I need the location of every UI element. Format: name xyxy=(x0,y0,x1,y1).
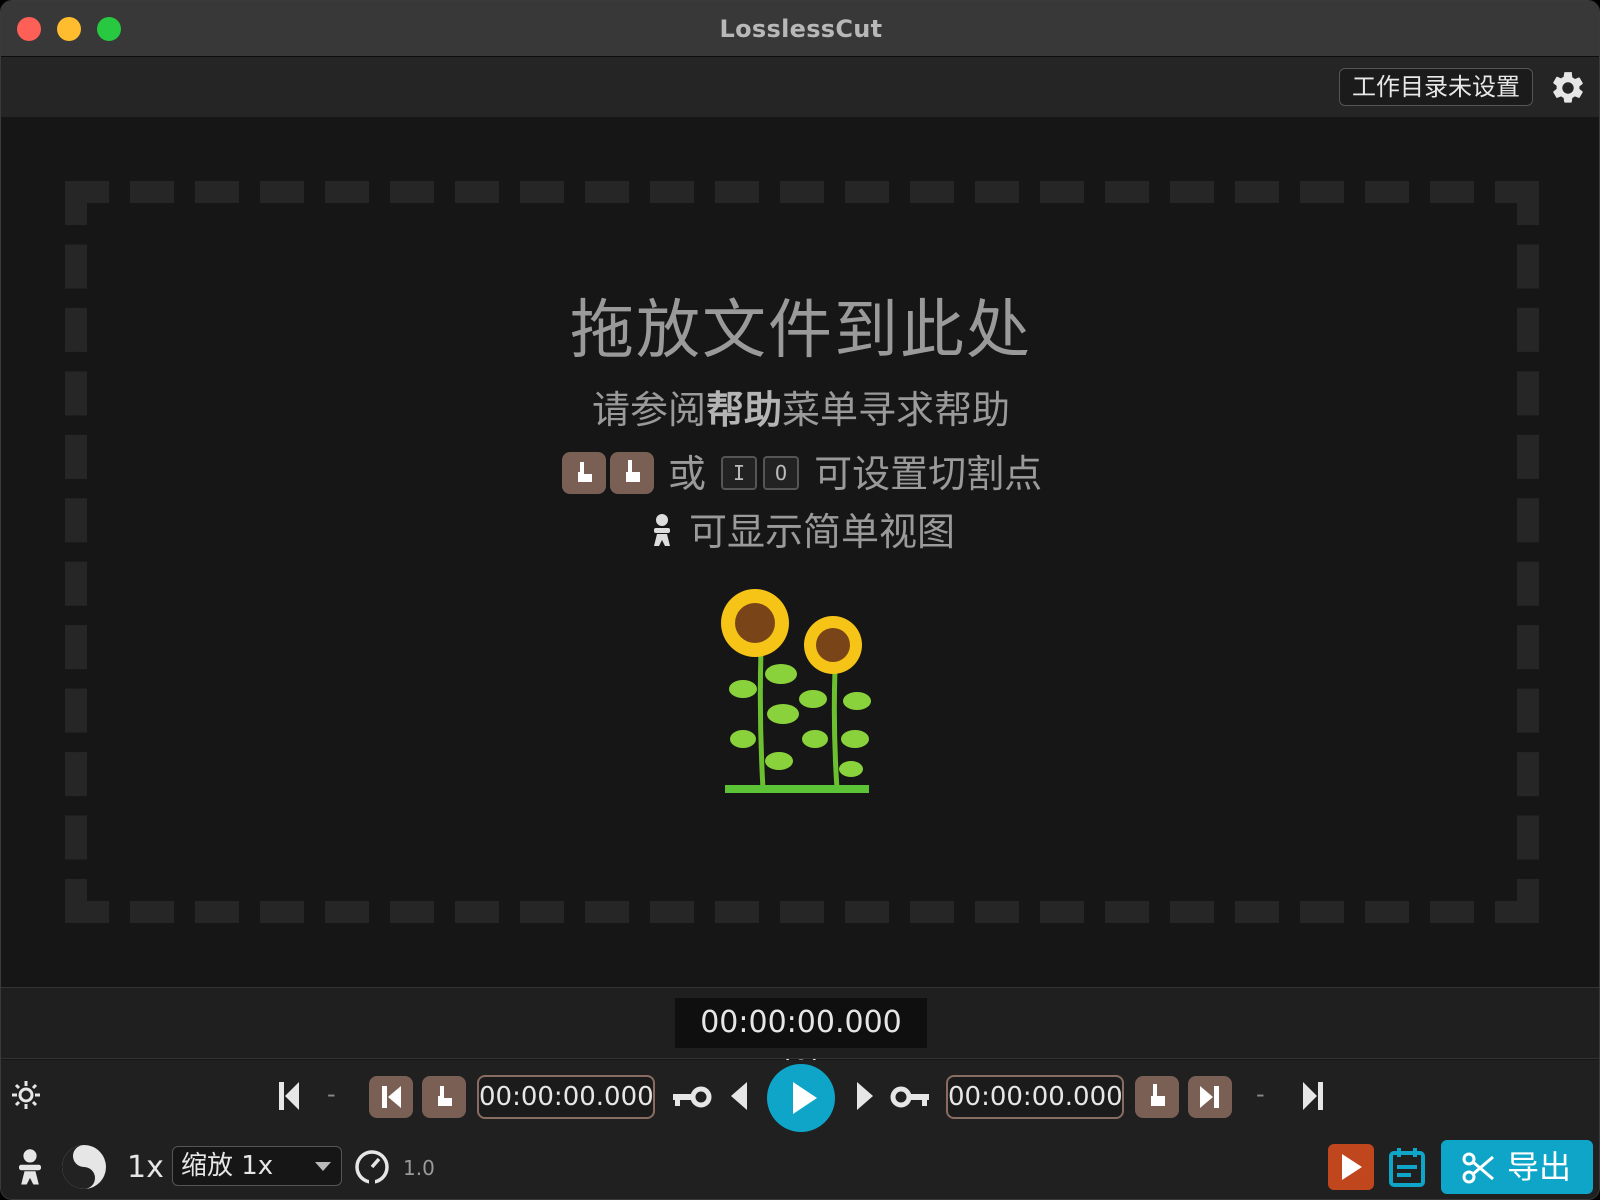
prev-keyframe-icon[interactable] xyxy=(671,1084,713,1110)
set-start-hand-icon xyxy=(561,451,606,494)
zoom-select-value: 缩放 1x xyxy=(181,1151,274,1181)
prev-frame-icon[interactable] xyxy=(729,1080,749,1112)
yin-yang-icon[interactable] xyxy=(61,1144,107,1190)
simple-mode-baby-icon[interactable] xyxy=(13,1146,47,1190)
window-title: LosslessCut xyxy=(719,15,883,43)
bottom-controls: - 00:00:00.000 00:00:00.000 - 1x 缩放 1x 1… xyxy=(1,1060,1599,1199)
simple-view-text: 可显示简单视图 xyxy=(689,510,956,554)
settings-gear-icon[interactable] xyxy=(1549,69,1587,107)
key-o: O xyxy=(763,455,800,490)
playback-speed-gauge-icon[interactable] xyxy=(353,1148,391,1186)
top-toolbar: 工作目录未设置 xyxy=(1,57,1599,117)
title-bar: LosslessCut xyxy=(1,1,1599,57)
simple-view-hint: 可显示简单视图 xyxy=(1,501,1599,556)
export-label: 导出 xyxy=(1507,1148,1572,1186)
jump-to-end-icon[interactable] xyxy=(1301,1080,1325,1112)
next-keyframe-icon[interactable] xyxy=(889,1084,931,1110)
end-time-field[interactable]: 00:00:00.000 xyxy=(946,1075,1124,1119)
chevron-down-icon xyxy=(315,1162,331,1171)
cutpoint-hint: 或 IO 可设置切割点 xyxy=(1,443,1599,498)
working-directory-button[interactable]: 工作目录未设置 xyxy=(1339,68,1533,106)
help-hint-suffix: 菜单寻求帮助 xyxy=(782,388,1011,432)
cutpoint-text: 可设置切割点 xyxy=(814,452,1043,496)
playback-rate-value: 1.0 xyxy=(403,1156,435,1180)
baby-icon xyxy=(653,513,670,546)
jump-next-segment-button[interactable] xyxy=(1188,1076,1232,1118)
current-time-display: 00:00:00.000 (0) xyxy=(675,998,927,1090)
sunflower-illustration xyxy=(721,589,871,793)
set-end-hand-icon xyxy=(609,451,654,494)
or-text: 或 xyxy=(667,452,706,496)
set-end-cut-button[interactable] xyxy=(1135,1076,1179,1118)
segments-list-icon[interactable] xyxy=(1387,1146,1427,1188)
scissors-icon xyxy=(1462,1152,1494,1184)
speed-label: 1x xyxy=(127,1150,164,1185)
key-i: I xyxy=(721,455,758,490)
start-time-field[interactable]: 00:00:00.000 xyxy=(477,1075,655,1119)
end-dash: - xyxy=(1256,1080,1265,1108)
next-frame-icon[interactable] xyxy=(855,1080,875,1112)
help-hint-prefix: 请参阅 xyxy=(591,388,706,432)
drop-zone-title: 拖放文件到此处 xyxy=(570,294,1032,368)
start-dash: - xyxy=(327,1080,336,1108)
set-start-cut-button[interactable] xyxy=(422,1076,466,1118)
timeline-bar[interactable]: 00:00:00.000 (0) xyxy=(1,987,1599,1090)
brightness-sun-icon[interactable] xyxy=(11,1080,41,1110)
export-preview-button[interactable] xyxy=(1328,1144,1374,1190)
export-button[interactable]: 导出 xyxy=(1441,1140,1593,1194)
help-menu-text: 帮助 xyxy=(705,388,782,432)
zoom-select[interactable]: 缩放 1x xyxy=(172,1146,342,1186)
play-button[interactable] xyxy=(767,1064,835,1132)
jump-to-start-icon[interactable] xyxy=(277,1080,301,1112)
jump-prev-segment-button[interactable] xyxy=(369,1076,413,1118)
help-hint: 请参阅帮助菜单寻求帮助 xyxy=(1,379,1599,434)
app-window: LosslessCut 工作目录未设置 拖放文件到此处 请参阅帮助菜单寻求帮助 … xyxy=(0,0,1600,1200)
